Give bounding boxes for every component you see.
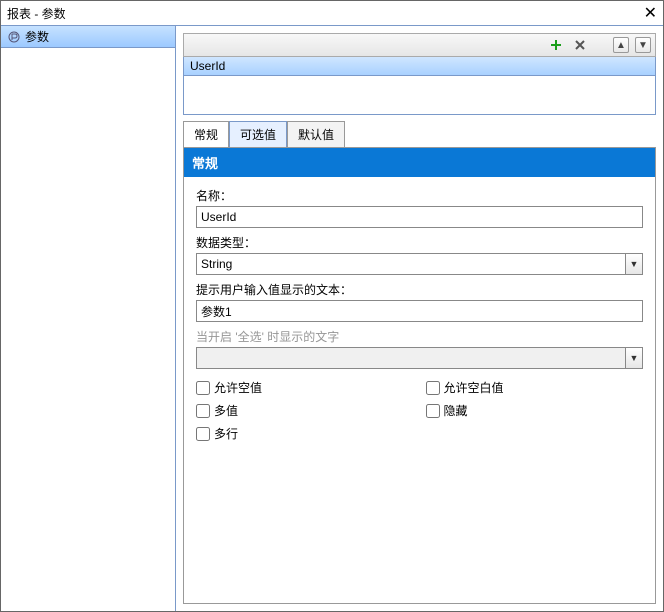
row-data-type: 数据类型： ▼ [196,234,643,275]
move-up-icon[interactable]: ▲ [613,37,629,53]
delete-icon[interactable] [571,36,589,54]
title-bar: 报表 - 参数 ✕ [1,1,663,25]
tab-strip: 常规 可选值 默认值 [183,123,656,147]
section-header-general: 常规 [184,148,655,177]
param-list[interactable]: UserId [183,57,656,115]
select-select-all-input [196,347,643,369]
check-multi-value[interactable]: 多值 [196,402,414,419]
tab-default-label: 默认值 [298,128,334,142]
checkbox-hidden[interactable] [426,404,440,418]
label-select-all: 当开启 '全选' 时显示的文字 [196,328,643,345]
param-toolbar: ▲ ▼ [183,33,656,57]
check-multi-value-label: 多值 [214,402,238,419]
dialog-title: 报表 - 参数 [7,5,66,22]
param-list-item[interactable]: UserId [184,57,655,76]
input-name[interactable] [196,206,643,228]
tree-root-row[interactable]: 参数 [1,26,175,48]
tab-available-values[interactable]: 可选值 [229,121,287,147]
check-multi-line[interactable]: 多行 [196,425,414,442]
tab-general-label: 常规 [194,128,218,142]
param-list-item-label: UserId [190,59,225,73]
check-hidden-label: 隐藏 [444,402,468,419]
tab-default-values[interactable]: 默认值 [287,121,345,147]
checkbox-allow-blank[interactable] [426,381,440,395]
label-prompt: 提示用户输入值显示的文本： [196,281,643,298]
row-name: 名称： [196,187,643,228]
check-hidden[interactable]: 隐藏 [426,402,644,419]
dialog-body: 参数 ▲ ▼ UserId 常规 [1,25,663,611]
row-prompt: 提示用户输入值显示的文本： [196,281,643,322]
check-allow-null[interactable]: 允许空值 [196,379,414,396]
tree-root-label: 参数 [25,28,49,45]
input-prompt[interactable] [196,300,643,322]
tree-body[interactable] [1,48,175,611]
check-allow-blank[interactable]: 允许空白值 [426,379,644,396]
check-allow-blank-label: 允许空白值 [444,379,504,396]
tab-content-general: 常规 名称： 数据类型： ▼ 提示用户输入值显示的文本： [183,147,656,604]
checkbox-multi-value[interactable] [196,404,210,418]
check-allow-null-label: 允许空值 [214,379,262,396]
dialog-window: 报表 - 参数 ✕ 参数 ▲ ▼ [0,0,664,612]
select-data-type[interactable]: ▼ [196,253,643,275]
close-icon[interactable]: ✕ [644,3,657,23]
select-data-type-input[interactable] [196,253,643,275]
chevron-down-icon: ▼ [625,347,643,369]
label-name: 名称： [196,187,643,204]
parameter-root-icon [7,30,21,44]
row-select-all: 当开启 '全选' 时显示的文字 ▼ [196,328,643,369]
left-tree-pane: 参数 [1,26,176,611]
right-pane: ▲ ▼ UserId 常规 可选值 默认值 常规 名称： [176,26,663,611]
checkbox-multi-line[interactable] [196,427,210,441]
checkbox-grid: 允许空值 允许空白值 多值 隐藏 [196,379,643,442]
tab-general[interactable]: 常规 [183,121,229,147]
form-area: 名称： 数据类型： ▼ 提示用户输入值显示的文本： [184,177,655,452]
checkbox-allow-null[interactable] [196,381,210,395]
check-multi-line-label: 多行 [214,425,238,442]
chevron-down-icon[interactable]: ▼ [625,253,643,275]
move-down-icon[interactable]: ▼ [635,37,651,53]
tab-available-label: 可选值 [240,128,276,142]
select-select-all: ▼ [196,347,643,369]
label-data-type: 数据类型： [196,234,643,251]
add-icon[interactable] [547,36,565,54]
